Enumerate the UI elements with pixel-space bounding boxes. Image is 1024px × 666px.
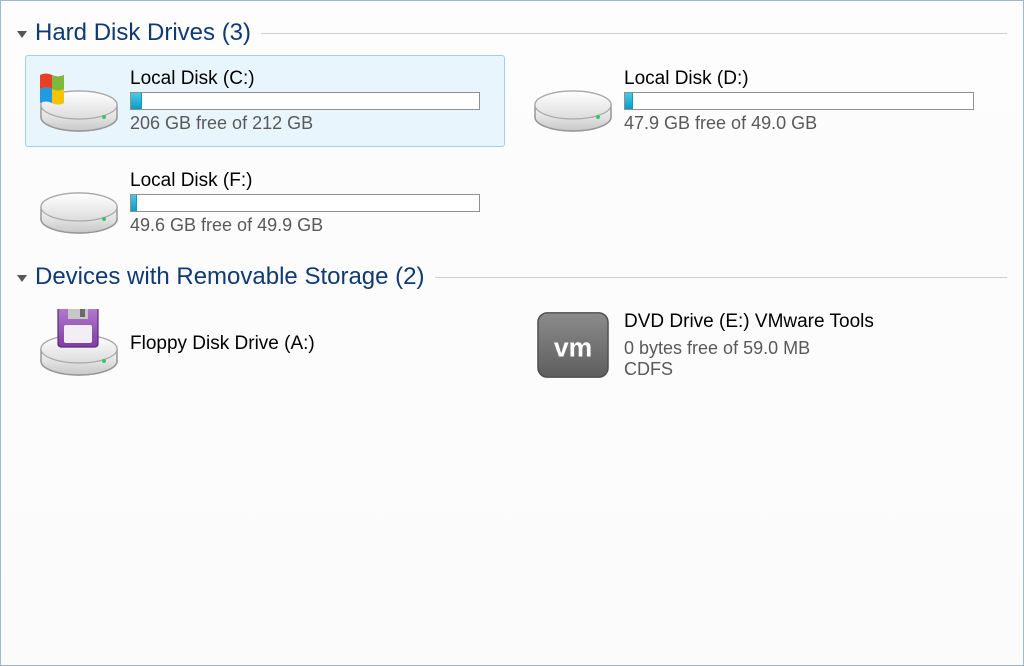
drive-local-disk-d[interactable]: Local Disk (D:) 47.9 GB free of 49.0 GB — [519, 55, 999, 147]
chevron-down-icon — [17, 31, 27, 38]
drive-label: Floppy Disk Drive (A:) — [130, 333, 494, 355]
filesystem-text: CDFS — [624, 359, 988, 380]
drive-icon — [36, 167, 122, 239]
drive-os-icon — [36, 65, 122, 137]
drive-floppy-a[interactable]: Floppy Disk Drive (A:) — [25, 299, 505, 391]
capacity-bar-fill — [625, 93, 633, 109]
drive-info: Floppy Disk Drive (A:) — [130, 333, 494, 357]
chevron-down-icon — [17, 275, 27, 282]
vmware-icon — [530, 309, 616, 381]
drive-label: Local Disk (D:) — [624, 68, 988, 90]
capacity-text: 206 GB free of 212 GB — [130, 113, 494, 134]
divider — [261, 33, 1007, 34]
group-header-removable-storage[interactable]: Devices with Removable Storage (2) — [17, 263, 1007, 291]
drive-local-disk-f[interactable]: Local Disk (F:) 49.6 GB free of 49.9 GB — [25, 157, 505, 249]
drive-info: Local Disk (C:) 206 GB free of 212 GB — [130, 68, 494, 134]
group-title: Hard Disk Drives (3) — [35, 19, 251, 47]
group-body-hard-disk-drives: Local Disk (C:) 206 GB free of 212 GB Lo… — [25, 55, 1007, 249]
capacity-bar — [624, 92, 974, 110]
drive-info: DVD Drive (E:) VMware Tools 0 bytes free… — [624, 311, 988, 380]
capacity-bar — [130, 194, 480, 212]
floppy-drive-icon — [36, 309, 122, 381]
drive-info: Local Disk (F:) 49.6 GB free of 49.9 GB — [130, 170, 494, 236]
capacity-bar — [130, 92, 480, 110]
group-header-hard-disk-drives[interactable]: Hard Disk Drives (3) — [17, 19, 1007, 47]
drive-local-disk-c[interactable]: Local Disk (C:) 206 GB free of 212 GB — [25, 55, 505, 147]
group-title: Devices with Removable Storage (2) — [35, 263, 425, 291]
capacity-text: 47.9 GB free of 49.0 GB — [624, 113, 988, 134]
drive-label: Local Disk (F:) — [130, 170, 494, 192]
capacity-text: 0 bytes free of 59.0 MB — [624, 338, 988, 359]
divider — [435, 277, 1008, 278]
drive-dvd-e-vmware-tools[interactable]: DVD Drive (E:) VMware Tools 0 bytes free… — [519, 299, 999, 391]
capacity-bar-fill — [131, 195, 137, 211]
drive-icon — [530, 65, 616, 137]
group-body-removable-storage: Floppy Disk Drive (A:) DVD Drive (E:) VM… — [25, 299, 1007, 391]
drive-info: Local Disk (D:) 47.9 GB free of 49.0 GB — [624, 68, 988, 134]
drive-label: DVD Drive (E:) VMware Tools — [624, 311, 988, 333]
drive-label: Local Disk (C:) — [130, 68, 494, 90]
computer-drives-view: Hard Disk Drives (3) Local Disk (C:) 206… — [0, 0, 1024, 666]
capacity-bar-fill — [131, 93, 142, 109]
capacity-text: 49.6 GB free of 49.9 GB — [130, 215, 494, 236]
